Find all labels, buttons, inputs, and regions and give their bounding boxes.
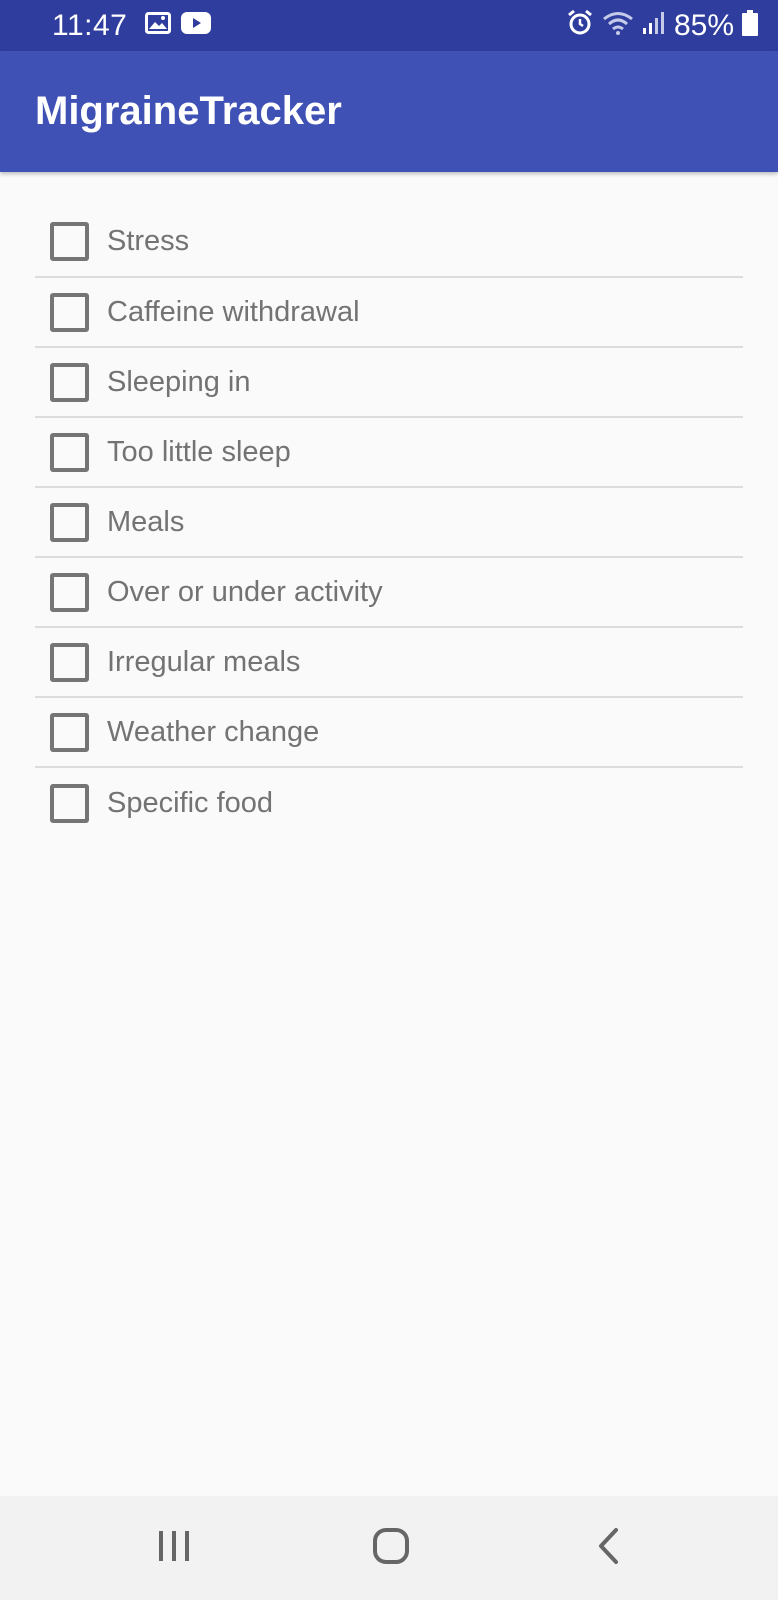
battery-percent: 85% — [673, 8, 734, 42]
trigger-label: Sleeping in — [107, 365, 251, 398]
trigger-row-irregular-meals[interactable]: Irregular meals — [35, 628, 743, 698]
trigger-row-meals[interactable]: Meals — [35, 488, 743, 558]
home-button[interactable] — [331, 1496, 451, 1600]
checkbox[interactable] — [50, 502, 89, 542]
trigger-row-stress[interactable]: Stress — [35, 207, 743, 278]
status-bar: 11:47 85% — [0, 0, 778, 51]
trigger-label: Stress — [107, 225, 190, 257]
checkbox[interactable] — [50, 432, 89, 472]
status-time: 11:47 — [52, 8, 128, 42]
trigger-row-caffeine-withdrawal[interactable]: Caffeine withdrawal — [35, 278, 743, 348]
back-button[interactable] — [549, 1496, 669, 1600]
checkbox[interactable] — [50, 712, 89, 752]
recent-apps-icon — [157, 1529, 191, 1568]
recent-apps-button[interactable] — [114, 1496, 234, 1600]
youtube-icon — [181, 12, 212, 39]
checkbox[interactable] — [50, 783, 89, 823]
battery-icon — [742, 10, 758, 41]
trigger-row-over-or-under-activity[interactable]: Over or under activity — [35, 558, 743, 628]
trigger-row-specific-food[interactable]: Specific food — [35, 768, 743, 838]
app-bar: MigraineTracker — [0, 51, 778, 172]
trigger-label: Meals — [107, 505, 185, 538]
checkbox[interactable] — [50, 642, 89, 682]
home-icon — [372, 1527, 410, 1570]
trigger-label: Specific food — [107, 786, 274, 819]
trigger-label: Too little sleep — [107, 435, 291, 468]
image-icon — [145, 12, 172, 39]
trigger-row-too-little-sleep[interactable]: Too little sleep — [35, 418, 743, 488]
trigger-label: Caffeine withdrawal — [107, 295, 360, 328]
checkbox[interactable] — [50, 572, 89, 612]
checkbox[interactable] — [50, 222, 89, 261]
checkbox[interactable] — [50, 292, 89, 332]
signal-icon — [642, 11, 666, 40]
navigation-bar — [0, 1496, 778, 1600]
trigger-label: Irregular meals — [107, 645, 301, 678]
trigger-row-sleeping-in[interactable]: Sleeping in — [35, 348, 743, 418]
alarm-icon — [566, 9, 594, 42]
trigger-list: Stress Caffeine withdrawal Sleeping in T… — [35, 207, 743, 838]
checkbox[interactable] — [50, 362, 89, 402]
back-icon — [596, 1527, 622, 1570]
trigger-label: Weather change — [107, 715, 320, 748]
trigger-row-weather-change[interactable]: Weather change — [35, 698, 743, 768]
wifi-icon — [602, 10, 634, 41]
app-title: MigraineTracker — [35, 89, 342, 133]
trigger-label: Over or under activity — [107, 575, 383, 608]
